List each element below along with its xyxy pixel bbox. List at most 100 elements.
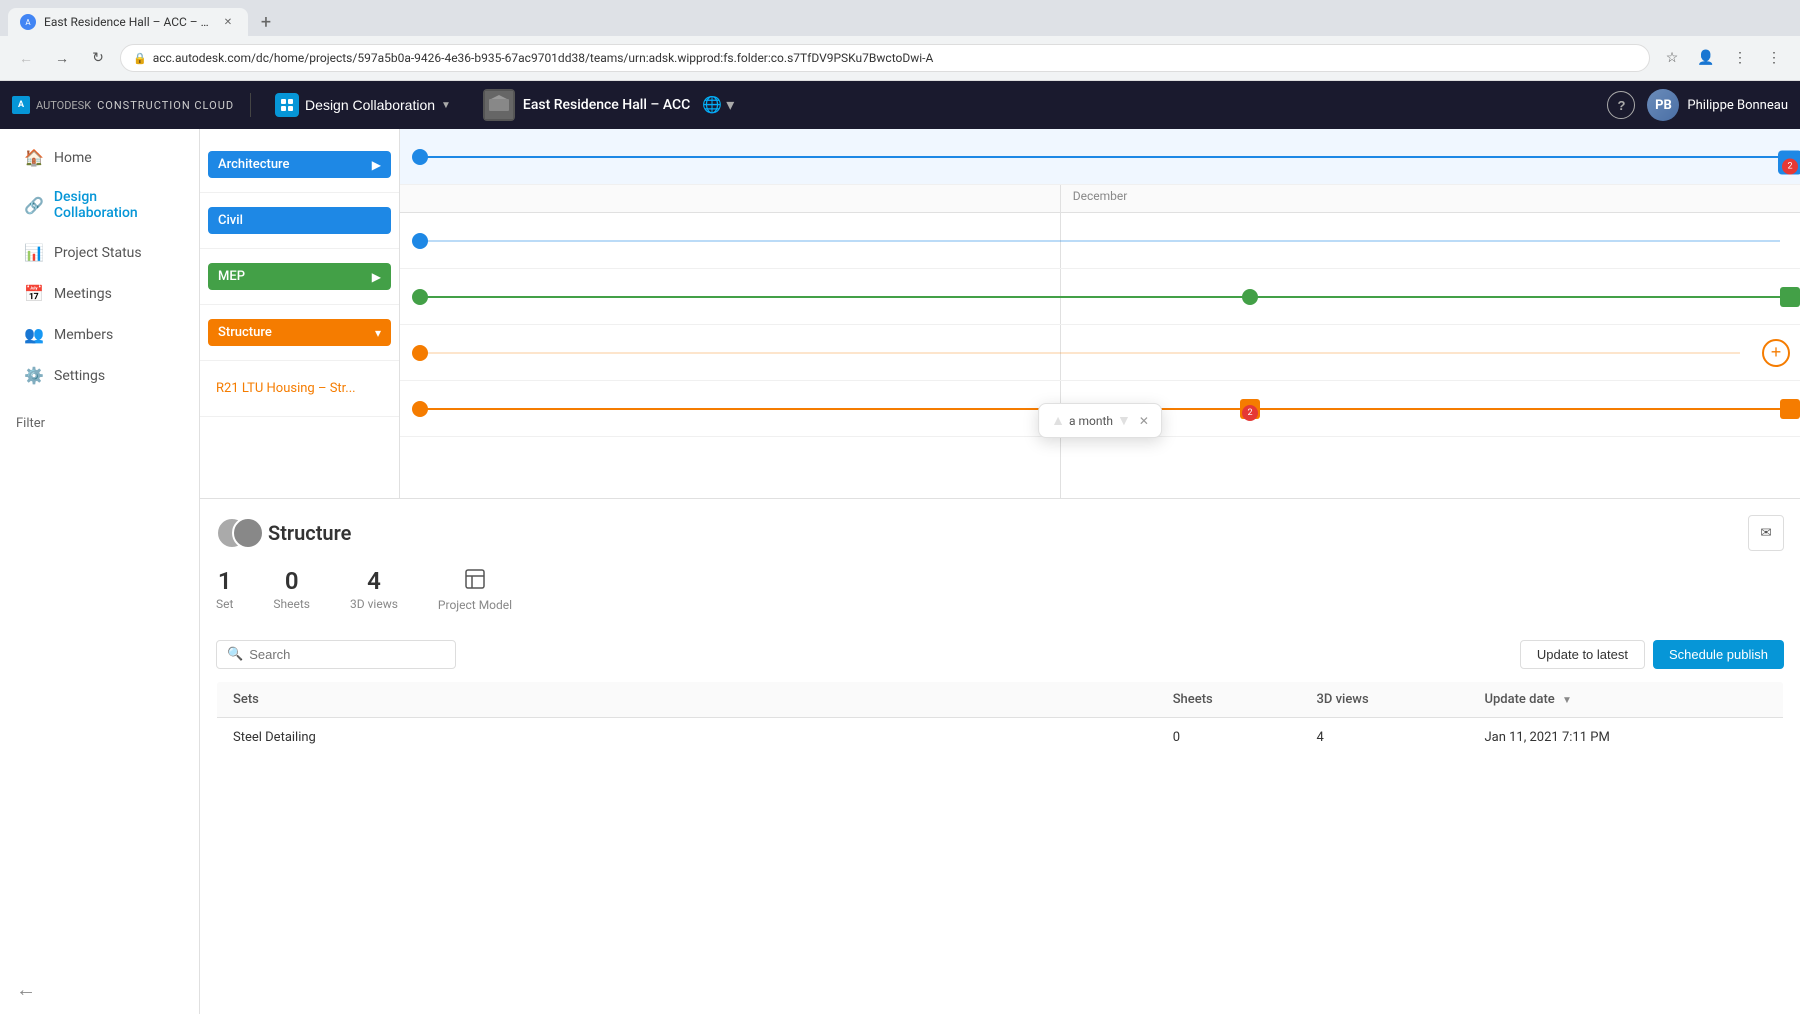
gantt-row-architecture: 2 <box>400 129 1800 185</box>
team-row-civil: Civil <box>200 193 399 249</box>
sidebar-item-home[interactable]: 🏠 Home <box>8 138 191 177</box>
cell-set-name: Steel Detailing <box>217 718 1157 758</box>
col-views-label: 3D views <box>1316 692 1368 707</box>
sidebar-item-project-status[interactable]: 📊 Project Status <box>8 233 191 272</box>
tab-title: East Residence Hall – ACC – Auto... <box>44 15 212 29</box>
filter-label[interactable]: Filter <box>16 416 45 431</box>
forward-button[interactable]: → <box>48 44 76 72</box>
browser-actions: ☆ 👤 ⋮ ⋮ <box>1658 44 1788 72</box>
gantt-row-civil <box>400 213 1800 269</box>
browser-chrome: A East Residence Hall – ACC – Auto... ✕ … <box>0 0 1800 81</box>
civil-chip[interactable]: Civil <box>208 207 391 234</box>
settings-label: Settings <box>54 368 105 384</box>
team-row-structure: Structure ▾ <box>200 305 399 361</box>
col-sets: Sets <box>217 682 1157 718</box>
detail-panel: Structure ✉ 1 Set 0 Sheets <box>200 499 1800 758</box>
upper-section: Architecture ▶ Civil MEP ▶ <box>200 129 1800 499</box>
team-row-r21: R21 LTU Housing – Str... <box>200 361 399 417</box>
module-icon <box>275 93 299 117</box>
mep-mid-dot <box>1242 289 1258 305</box>
home-label: Home <box>54 150 92 166</box>
data-table: Sets Sheets 3D views Update date ▼ <box>216 681 1784 758</box>
update-latest-button[interactable]: Update to latest <box>1520 640 1645 669</box>
sheets-value: 0 <box>285 567 299 595</box>
profile-switch-button[interactable]: 👤 <box>1692 44 1720 72</box>
structure-chip[interactable]: Structure ▾ <box>208 319 391 346</box>
col-sheets: Sheets <box>1157 682 1301 718</box>
sidebar-item-settings[interactable]: ⚙️ Settings <box>8 356 191 395</box>
address-bar[interactable]: 🔒 acc.autodesk.com/dc/home/projects/597a… <box>120 44 1650 72</box>
table-body: Steel Detailing 0 4 Jan 11, 2021 7:11 PM <box>217 718 1784 758</box>
tooltip-text: a month <box>1069 414 1113 428</box>
cell-update-date: Jan 11, 2021 7:11 PM <box>1468 718 1783 758</box>
back-button[interactable]: ← <box>12 44 40 72</box>
structure-avatars <box>216 517 256 549</box>
architecture-label: Architecture <box>218 157 290 172</box>
stat-project-model: Project Model <box>438 567 512 612</box>
sheets-label: Sheets <box>273 597 310 611</box>
timeline-header: December <box>400 185 1800 213</box>
mep-gantt-line <box>420 296 1780 298</box>
project-name: East Residence Hall – ACC <box>523 97 690 113</box>
mep-arrow-icon: ▶ <box>372 270 381 284</box>
user-avatar[interactable]: PB Philippe Bonneau <box>1647 89 1788 121</box>
avatar-image: PB <box>1647 89 1679 121</box>
col-sets-label: Sets <box>233 692 259 707</box>
structure-add-button[interactable]: + <box>1762 339 1790 367</box>
reload-button[interactable]: ↻ <box>84 44 112 72</box>
r21-end-badge <box>1780 399 1800 419</box>
active-tab[interactable]: A East Residence Hall – ACC – Auto... ✕ <box>8 8 248 36</box>
arch-gantt-line <box>420 156 1780 158</box>
tooltip-close-button[interactable]: ✕ <box>1139 414 1149 428</box>
search-input[interactable] <box>249 647 445 662</box>
project-actions: 🌐 ▾ <box>702 95 734 115</box>
construction-cloud-label: CONSTRUCTION CLOUD <box>97 99 234 112</box>
r21-mid-badge-count: 2 <box>1242 405 1258 421</box>
project-dropdown-button[interactable]: ▾ <box>726 95 734 115</box>
module-selector-button[interactable]: Design Collaboration ▼ <box>267 89 459 121</box>
stat-sheets: 0 Sheets <box>273 567 310 612</box>
sidebar-item-design-collaboration[interactable]: 🔗 Design Collaboration <box>8 179 191 231</box>
home-icon: 🏠 <box>24 148 44 167</box>
security-icon: 🔒 <box>133 52 147 65</box>
architecture-chip[interactable]: Architecture ▶ <box>208 151 391 178</box>
search-icon: 🔍 <box>227 647 243 662</box>
design-collab-icon: 🔗 <box>24 196 44 215</box>
bookmark-button[interactable]: ☆ <box>1658 44 1686 72</box>
mep-label: MEP <box>218 269 245 284</box>
content-area: Architecture ▶ Civil MEP ▶ <box>200 129 1800 1014</box>
sidebar-collapse-button[interactable]: ← <box>0 965 199 1014</box>
stat-set: 1 Set <box>216 567 233 612</box>
main-layout: 🏠 Home 🔗 Design Collaboration 📊 Project … <box>0 129 1800 1014</box>
col-update-date[interactable]: Update date ▼ <box>1468 682 1783 718</box>
project-info: East Residence Hall – ACC 🌐 ▾ <box>483 89 734 121</box>
col-3d-views: 3D views <box>1300 682 1468 718</box>
views-label: 3D views <box>350 597 398 611</box>
help-button[interactable]: ? <box>1607 91 1635 119</box>
sidebar-item-members[interactable]: 👥 Members <box>8 315 191 354</box>
sidebar-item-meetings[interactable]: 📅 Meetings <box>8 274 191 313</box>
schedule-publish-button[interactable]: Schedule publish <box>1653 640 1784 669</box>
r21-chip[interactable]: R21 LTU Housing – Str... <box>208 375 391 402</box>
autodesk-logo: A AUTODESK CONSTRUCTION CLOUD <box>12 96 234 114</box>
sidebar: 🏠 Home 🔗 Design Collaboration 📊 Project … <box>0 129 200 1014</box>
tab-close-button[interactable]: ✕ <box>220 14 236 30</box>
structure-title: Structure <box>268 521 351 545</box>
project-status-label: Project Status <box>54 245 142 261</box>
mep-chip[interactable]: MEP ▶ <box>208 263 391 290</box>
table-row[interactable]: Steel Detailing 0 4 Jan 11, 2021 7:11 PM <box>217 718 1784 758</box>
browser-navigation: ← → ↻ 🔒 acc.autodesk.com/dc/home/project… <box>0 36 1800 80</box>
mep-end-badge <box>1780 287 1800 307</box>
stats-row: 1 Set 0 Sheets 4 3D views <box>216 559 1784 628</box>
arch-badge-count: 2 <box>1782 158 1798 174</box>
filter-section: Filter <box>0 396 199 439</box>
email-button[interactable]: ✉ <box>1748 515 1784 551</box>
gantt-row-mep <box>400 269 1800 325</box>
sort-icon: ▼ <box>1562 695 1572 706</box>
meetings-icon: 📅 <box>24 284 44 303</box>
project-globe-button[interactable]: 🌐 <box>702 95 722 115</box>
architecture-arrow-icon: ▶ <box>372 158 381 172</box>
settings-menu-button[interactable]: ⋮ <box>1760 44 1788 72</box>
extensions-button[interactable]: ⋮ <box>1726 44 1754 72</box>
new-tab-button[interactable]: + <box>252 8 280 36</box>
